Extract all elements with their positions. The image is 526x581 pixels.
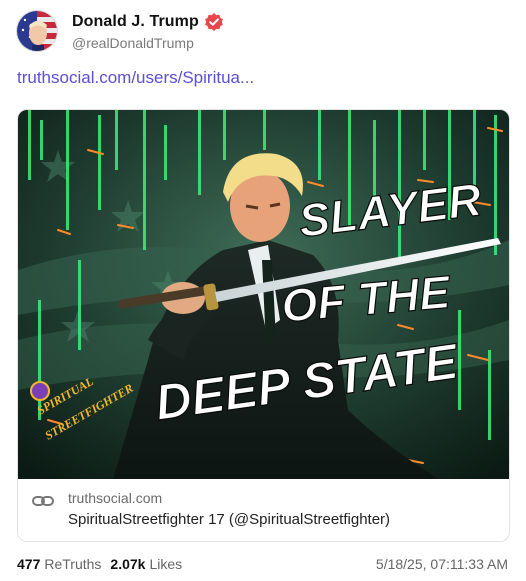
post-header: Donald J. Trump @realDonaldTrump xyxy=(16,10,224,52)
author-name[interactable]: Donald J. Trump xyxy=(72,13,199,31)
post-link[interactable]: truthsocial.com/users/Spiritua... xyxy=(17,68,254,88)
link-preview-card[interactable]: SLAYER OF THE DEEP STATE SPIRITUAL STREE… xyxy=(17,109,510,542)
likes-label[interactable]: Likes xyxy=(149,556,182,572)
avatar-image xyxy=(17,11,57,51)
retruths-label[interactable]: ReTruths xyxy=(44,556,101,572)
avatar[interactable] xyxy=(16,10,58,52)
retruths-count[interactable]: 477 xyxy=(17,556,40,572)
verified-badge-icon xyxy=(204,12,224,32)
author-handle[interactable]: @realDonaldTrump xyxy=(72,35,224,51)
post-timestamp[interactable]: 5/18/25, 07:11:33 AM xyxy=(376,556,508,572)
card-domain: truthsocial.com xyxy=(68,490,163,506)
link-chain-icon xyxy=(32,494,54,508)
post-stats: 477 ReTruths 2.07k Likes 5/18/25, 07:11:… xyxy=(17,556,508,572)
card-meta: truthsocial.com SpiritualStreetfighter 1… xyxy=(32,490,390,528)
preview-image[interactable]: SLAYER OF THE DEEP STATE SPIRITUAL STREE… xyxy=(18,110,509,479)
likes-count[interactable]: 2.07k xyxy=(110,556,145,572)
card-title[interactable]: SpiritualStreetfighter 17 (@SpiritualStr… xyxy=(68,511,390,528)
